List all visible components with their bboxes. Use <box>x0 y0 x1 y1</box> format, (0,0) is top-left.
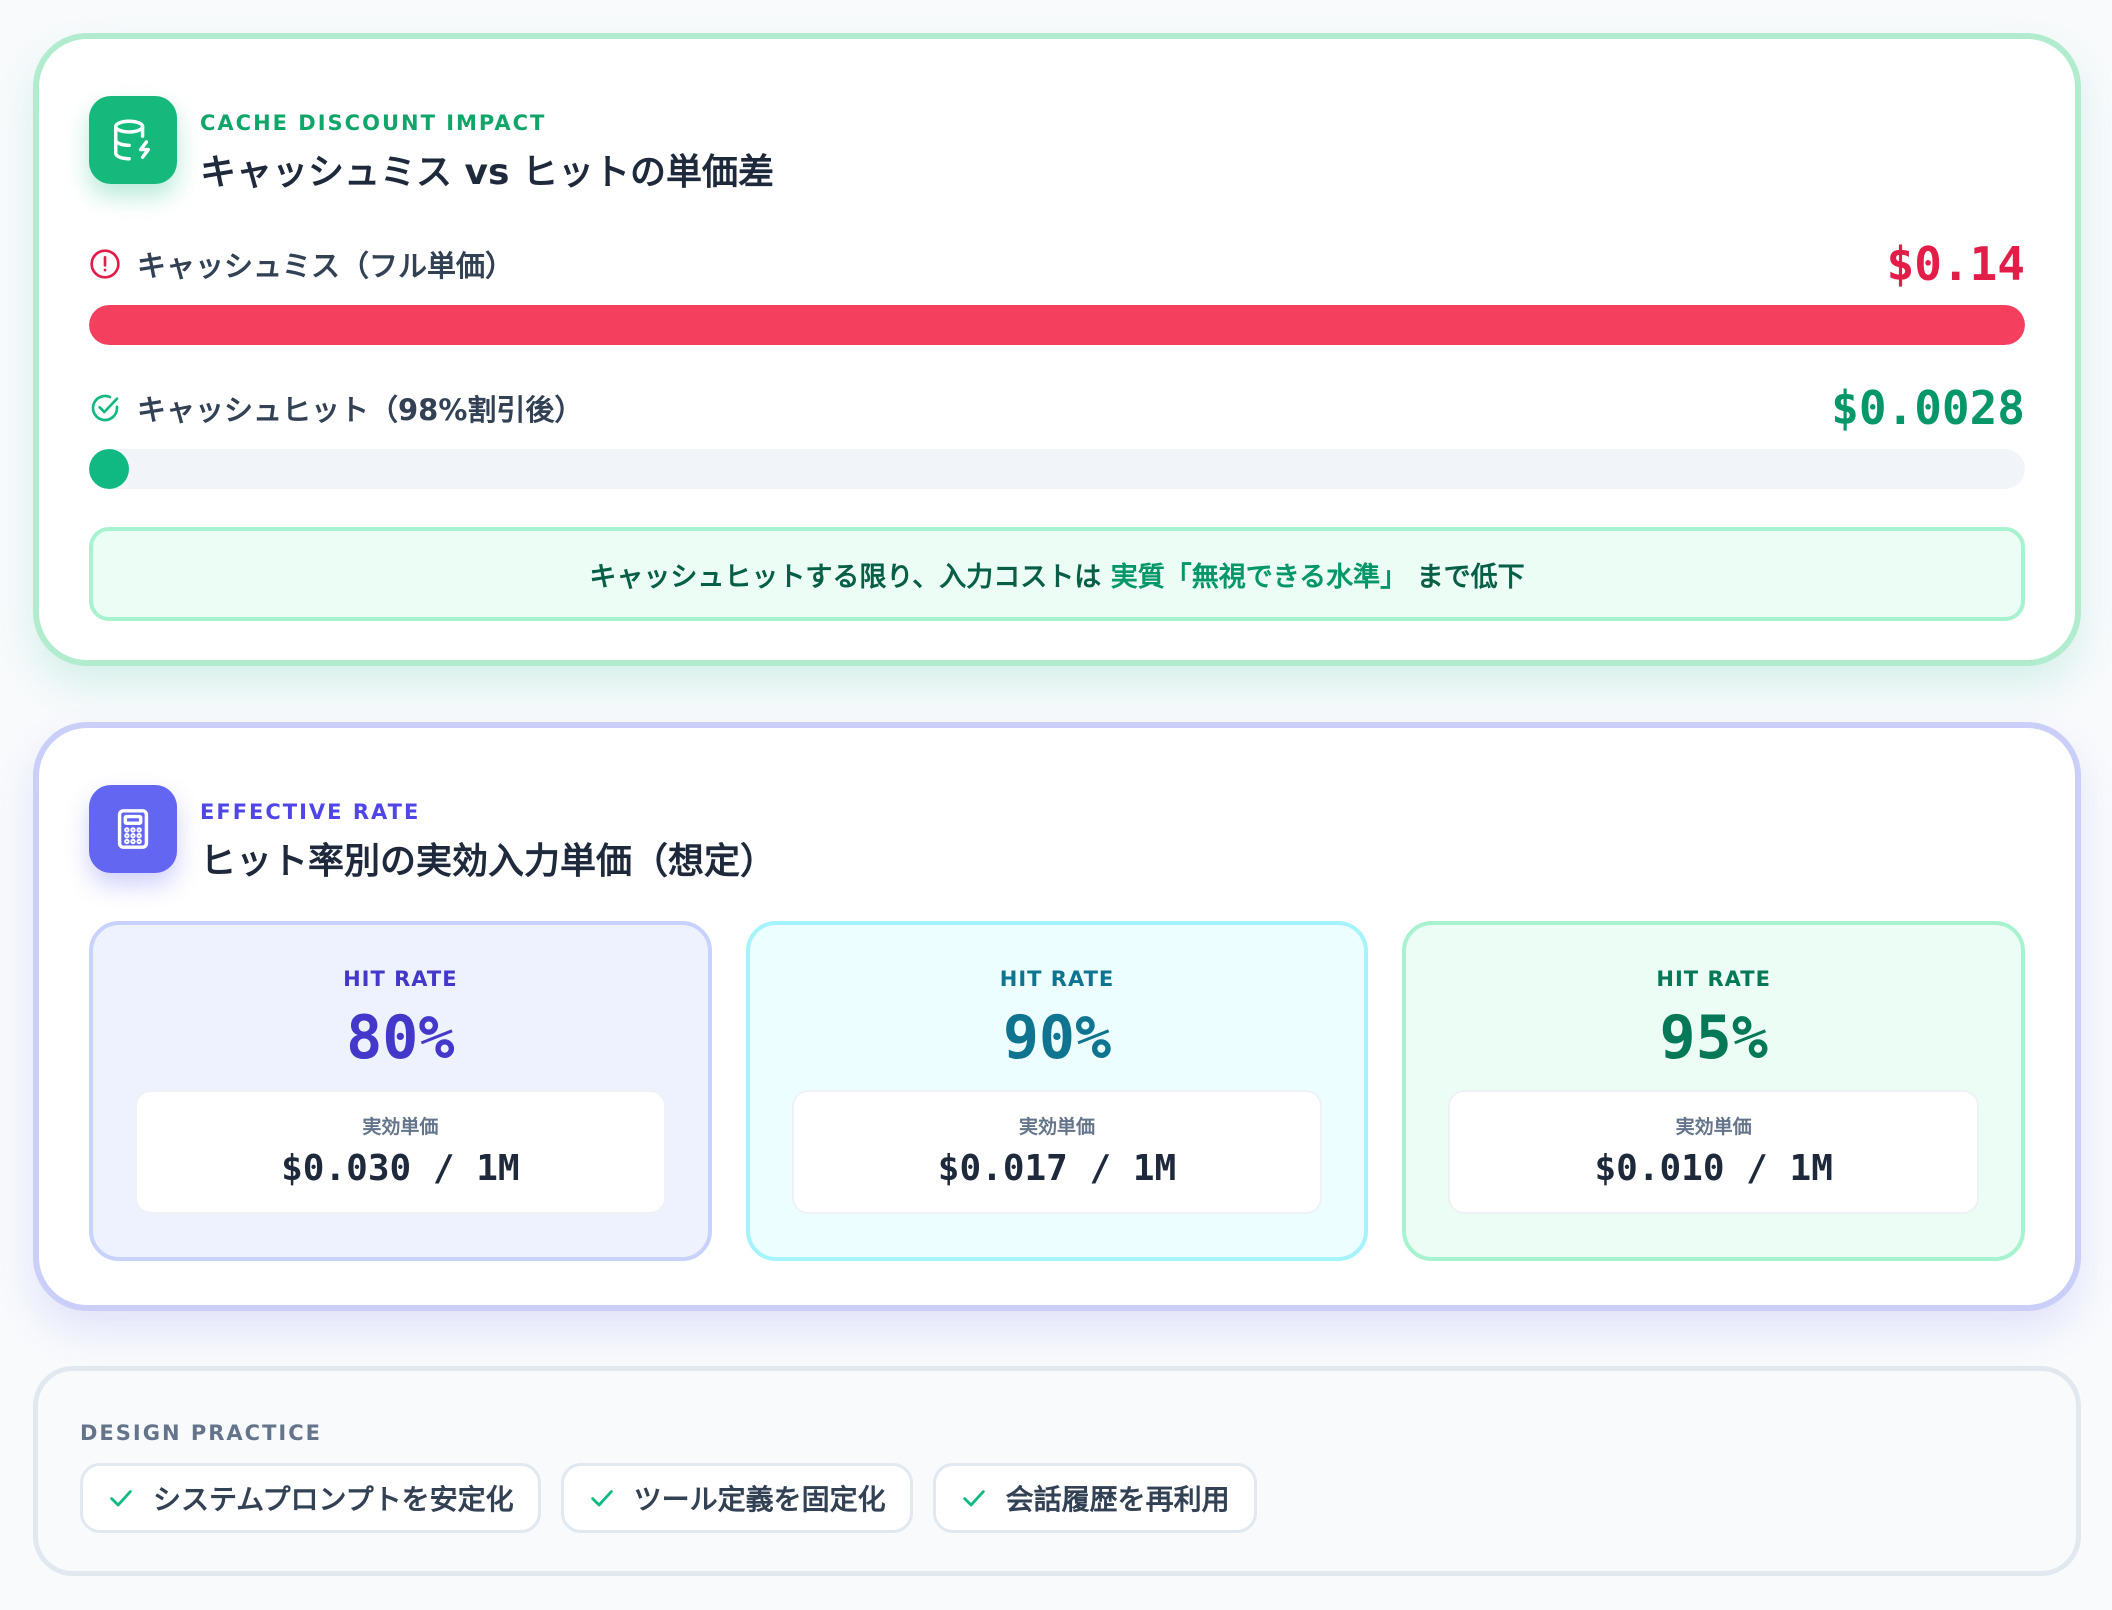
hit-bar-track <box>89 449 2025 489</box>
practice-chip: システムプロンプトを安定化 <box>80 1463 541 1533</box>
miss-bar-track <box>89 305 2025 345</box>
check-icon <box>590 1490 613 1507</box>
rate-card-title: ヒット率別の実効入力単価（想定） <box>200 841 777 882</box>
tile-price-label: 実効単価 <box>362 1116 439 1138</box>
hit-label-group: キャッシュヒット（98%割引後） <box>89 387 583 429</box>
hit-value: $0.0028 <box>1831 381 2025 435</box>
cache-discount-card: CACHE DISCOUNT IMPACT キャッシュミス vs ヒットの単価差… <box>33 33 2081 666</box>
miss-value: $0.14 <box>1886 237 2025 291</box>
tile-price-box: 実効単価 $0.030 / 1M <box>135 1090 666 1214</box>
rate-tile-80: HIT RATE 80% 実効単価 $0.030 / 1M <box>89 921 712 1261</box>
check-circle-icon <box>91 394 119 422</box>
practice-chip-label: システムプロンプトを安定化 <box>153 1483 514 1516</box>
database-bolt-icon <box>89 96 177 184</box>
practice-label: DESIGN PRACTICE <box>80 1421 322 1445</box>
tile-price-box: 実効単価 $0.010 / 1M <box>1448 1090 1980 1214</box>
tile-price: $0.010 / 1M <box>1594 1148 1833 1189</box>
cache-callout: キャッシュヒットする限り、入力コストは 実質「無視できる水準」 まで低下 <box>89 527 2025 621</box>
hit-row: キャッシュヒット（98%割引後） $0.0028 <box>89 381 2025 435</box>
tile-rate: 80% <box>346 1003 455 1073</box>
rate-tile-90: HIT RATE 90% 実効単価 $0.017 / 1M <box>745 921 1369 1261</box>
tile-label: HIT RATE <box>1656 967 1771 991</box>
tile-price: $0.030 / 1M <box>281 1148 520 1189</box>
miss-bar-fill <box>89 305 2025 345</box>
calculator-icon <box>89 785 177 873</box>
rate-tile-95: HIT RATE 95% 実効単価 $0.010 / 1M <box>1402 921 2026 1261</box>
check-icon <box>962 1490 985 1507</box>
tile-price-label: 実効単価 <box>1019 1116 1096 1138</box>
rate-tiles: HIT RATE 80% 実効単価 $0.030 / 1M HIT RATE 9… <box>89 921 2026 1261</box>
rate-card-eyebrow: EFFECTIVE RATE <box>200 800 421 824</box>
tile-price: $0.017 / 1M <box>937 1148 1177 1189</box>
miss-row: キャッシュミス（フル単価） $0.14 <box>89 237 2025 291</box>
tile-price-label: 実効単価 <box>1675 1116 1752 1138</box>
callout-suffix: まで低下 <box>1416 561 1525 593</box>
hit-label: キャッシュヒット（98%割引後） <box>137 393 584 427</box>
tile-rate: 90% <box>1002 1003 1112 1073</box>
cache-card-eyebrow: CACHE DISCOUNT IMPACT <box>200 111 547 135</box>
tile-rate: 95% <box>1659 1003 1768 1073</box>
practice-chip-label: ツール定義を固定化 <box>633 1483 886 1516</box>
miss-label-group: キャッシュミス（フル単価） <box>89 243 514 285</box>
practice-chips: システムプロンプトを安定化 ツール定義を固定化 会話履歴を再利用 <box>80 1463 1257 1533</box>
miss-label: キャッシュミス（フル単価） <box>137 249 515 283</box>
alert-circle-icon <box>90 249 120 279</box>
tile-price-box: 実効単価 $0.017 / 1M <box>791 1090 1323 1214</box>
callout-highlight: 実質「無視できる水準」 <box>1110 561 1408 593</box>
tile-label: HIT RATE <box>343 967 458 991</box>
practice-chip-label: 会話履歴を再利用 <box>1005 1483 1230 1516</box>
practice-chip: 会話履歴を再利用 <box>932 1463 1257 1533</box>
practice-chip: ツール定義を固定化 <box>560 1463 913 1533</box>
check-icon <box>110 1490 132 1507</box>
cache-card-title: キャッシュミス vs ヒットの単価差 <box>200 152 774 193</box>
effective-rate-card: EFFECTIVE RATE ヒット率別の実効入力単価（想定） HIT RATE… <box>33 722 2081 1311</box>
tile-label: HIT RATE <box>999 967 1115 991</box>
design-practice-card: DESIGN PRACTICE システムプロンプトを安定化 ツール定義を固定化 … <box>33 1366 2081 1576</box>
callout-prefix: キャッシュヒットする限り、入力コストは <box>589 561 1102 593</box>
hit-bar-fill <box>89 449 129 489</box>
